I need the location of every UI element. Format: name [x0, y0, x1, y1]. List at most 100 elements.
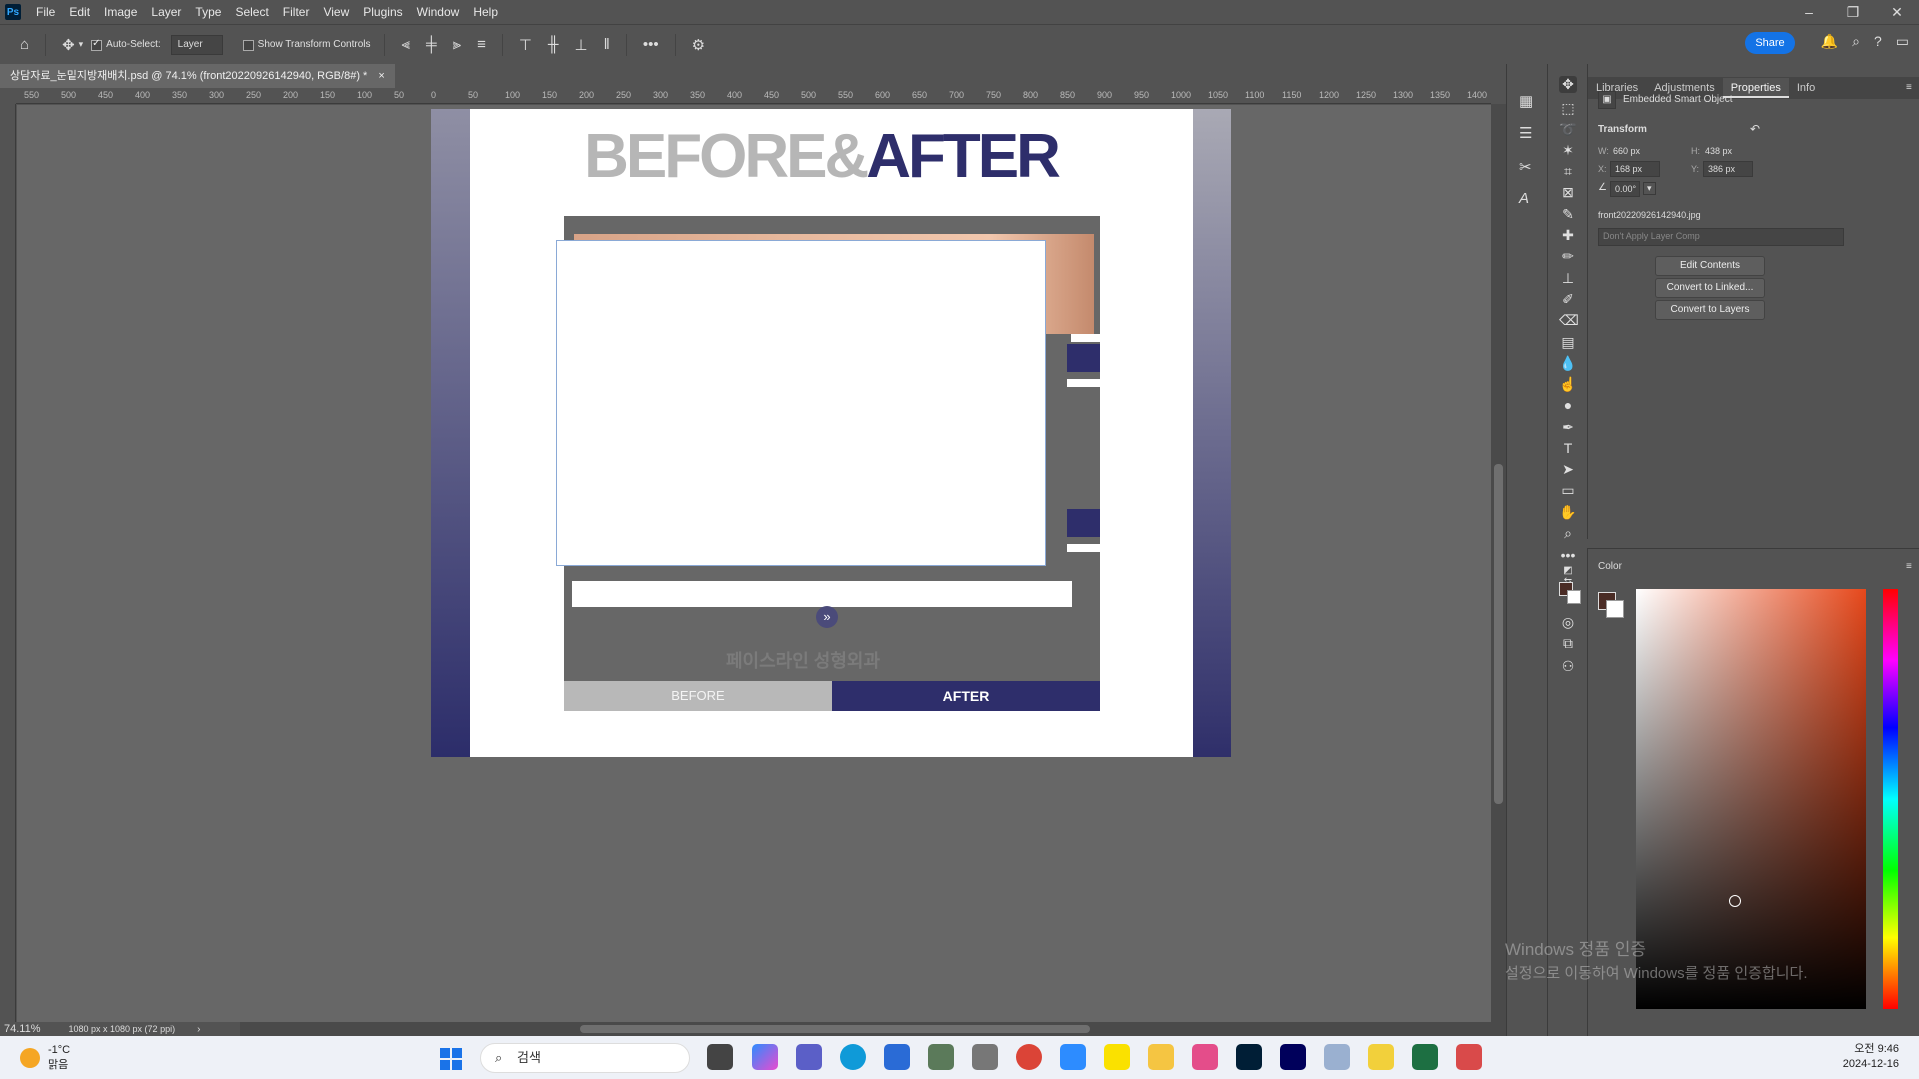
- excel-icon[interactable]: [1412, 1044, 1438, 1070]
- path-selection-icon[interactable]: ➤: [1559, 461, 1577, 478]
- teams-icon[interactable]: [796, 1044, 822, 1070]
- crop-tool-icon[interactable]: ⌗: [1559, 163, 1577, 180]
- align-top-icon[interactable]: ⊤: [519, 36, 532, 54]
- auto-select-checkbox[interactable]: [91, 38, 103, 51]
- menu-layer[interactable]: Layer: [144, 0, 188, 24]
- copilot-icon[interactable]: [752, 1044, 778, 1070]
- tool-presets-icon[interactable]: ✂: [1519, 158, 1532, 176]
- marquee-tool-icon[interactable]: ⬚: [1559, 100, 1577, 117]
- menu-plugins[interactable]: Plugins: [356, 0, 409, 24]
- search-icon[interactable]: ⌕: [1852, 33, 1860, 50]
- angle-input[interactable]: 0.00°: [1610, 181, 1640, 197]
- app-icon[interactable]: [928, 1044, 954, 1070]
- menu-image[interactable]: Image: [97, 0, 144, 24]
- weather-widget[interactable]: -1°C 맑음: [48, 1044, 70, 1072]
- blur-tool-icon[interactable]: 💧: [1559, 355, 1577, 372]
- background-swatch-icon[interactable]: [1567, 590, 1581, 604]
- panel-menu-icon[interactable]: ≡: [1906, 561, 1912, 572]
- align-middle-icon[interactable]: ╫: [548, 36, 559, 53]
- app-icon[interactable]: [1192, 1044, 1218, 1070]
- bell-icon[interactable]: 🔔: [1821, 33, 1838, 50]
- premiere-icon[interactable]: [1280, 1044, 1306, 1070]
- move-tool-icon[interactable]: ✥: [62, 36, 75, 54]
- smart-object-placeholder[interactable]: [556, 240, 1046, 566]
- menu-help[interactable]: Help: [466, 0, 505, 24]
- chevron-right-icon[interactable]: ›: [197, 1024, 200, 1035]
- reset-transform-icon[interactable]: ↶: [1750, 122, 1760, 136]
- dodge-tool-icon[interactable]: ●: [1559, 397, 1577, 413]
- screen-mode-icon[interactable]: ⧉: [1559, 635, 1577, 652]
- photoshop-alt-icon[interactable]: [1324, 1044, 1350, 1070]
- rectangle-tool-icon[interactable]: ▭: [1559, 482, 1577, 499]
- y-input[interactable]: 386 px: [1703, 161, 1753, 177]
- angle-dropdown-icon[interactable]: ▾: [1643, 182, 1656, 195]
- restore-button[interactable]: ❐: [1831, 0, 1875, 24]
- magic-wand-icon[interactable]: ✶: [1559, 142, 1577, 159]
- gear-icon[interactable]: ⚙: [692, 36, 705, 54]
- pen-tool-icon[interactable]: ✒: [1559, 419, 1577, 436]
- share-button[interactable]: Share: [1745, 32, 1795, 54]
- grid-icon[interactable]: ▦: [1519, 92, 1533, 110]
- layer-comp-dropdown[interactable]: Don't Apply Layer Comp: [1598, 228, 1844, 246]
- file-explorer-icon[interactable]: [707, 1044, 733, 1070]
- eyedropper-icon[interactable]: ✎: [1559, 206, 1577, 223]
- chevron-down-icon[interactable]: ▾: [79, 39, 84, 50]
- clone-stamp-icon[interactable]: ⊥: [1559, 270, 1577, 287]
- panel-menu-icon[interactable]: ≡: [1906, 82, 1912, 93]
- minimize-button[interactable]: –: [1787, 0, 1831, 24]
- folder-icon[interactable]: [1148, 1044, 1174, 1070]
- photoshop-taskbar-icon[interactable]: [1236, 1044, 1262, 1070]
- distribute-vertical-icon[interactable]: ‖: [604, 36, 610, 53]
- close-window-button[interactable]: ✕: [1875, 0, 1919, 24]
- align-center-icon[interactable]: ╪: [426, 36, 437, 53]
- tab-info[interactable]: Info: [1789, 78, 1823, 98]
- menu-edit[interactable]: Edit: [62, 0, 97, 24]
- horizontal-scrollbar[interactable]: [240, 1022, 1506, 1036]
- convert-to-layers-button[interactable]: Convert to Layers: [1655, 300, 1765, 320]
- brush-tool-icon[interactable]: ✏: [1559, 248, 1577, 265]
- lasso-tool-icon[interactable]: ➰: [1559, 121, 1577, 138]
- windows-start-icon[interactable]: [440, 1048, 462, 1070]
- more-options-icon[interactable]: •••: [643, 36, 659, 53]
- more-tools-icon[interactable]: •••: [1559, 547, 1577, 563]
- system-tray-clock[interactable]: 오전 9:46 2024-12-16: [1843, 1042, 1899, 1072]
- type-tool-icon[interactable]: T: [1559, 440, 1577, 456]
- edit-contents-button[interactable]: Edit Contents: [1655, 256, 1765, 276]
- menu-file[interactable]: File: [29, 0, 62, 24]
- workspace-icon[interactable]: ▭: [1896, 33, 1909, 50]
- menu-type[interactable]: Type: [188, 0, 228, 24]
- zoom-level[interactable]: 74.11%: [4, 1023, 41, 1035]
- app-icon[interactable]: [972, 1044, 998, 1070]
- quick-mask-icon[interactable]: ◎: [1559, 614, 1577, 631]
- layers-panel-icon[interactable]: ☰: [1519, 124, 1532, 142]
- healing-brush-icon[interactable]: ✚: [1559, 227, 1577, 244]
- hue-slider[interactable]: [1883, 589, 1898, 1009]
- vertical-scrollbar[interactable]: [1491, 104, 1506, 1022]
- smudge-tool-icon[interactable]: ☝: [1559, 376, 1577, 393]
- edge-icon[interactable]: [840, 1044, 866, 1070]
- zoom-icon[interactable]: [1060, 1044, 1086, 1070]
- x-input[interactable]: 168 px: [1610, 161, 1660, 177]
- sticky-notes-icon[interactable]: [1368, 1044, 1394, 1070]
- hand-tool-icon[interactable]: ✋: [1559, 504, 1577, 521]
- kakaotalk-icon[interactable]: [1104, 1044, 1130, 1070]
- gradient-tool-icon[interactable]: ▤: [1559, 334, 1577, 351]
- align-left-icon[interactable]: ⫷: [401, 36, 409, 53]
- scroll-thumb[interactable]: [1494, 464, 1503, 804]
- chrome-icon[interactable]: [1016, 1044, 1042, 1070]
- menu-view[interactable]: View: [316, 0, 356, 24]
- taskbar-search[interactable]: ⌕ 검색: [480, 1043, 690, 1073]
- align-bottom-icon[interactable]: ⊥: [575, 36, 588, 54]
- home-icon[interactable]: ⌂: [20, 36, 29, 53]
- edit-toolbar-icon[interactable]: ⚇: [1559, 658, 1577, 675]
- close-tab-icon[interactable]: ×: [378, 70, 384, 82]
- menu-select[interactable]: Select: [228, 0, 275, 24]
- saturation-brightness-field[interactable]: [1636, 589, 1866, 1009]
- store-icon[interactable]: [884, 1044, 910, 1070]
- menu-window[interactable]: Window: [410, 0, 467, 24]
- align-right-icon[interactable]: ⫸: [453, 36, 461, 53]
- convert-to-linked-button[interactable]: Convert to Linked...: [1655, 278, 1765, 298]
- distribute-icon[interactable]: ≡: [477, 36, 486, 53]
- background-color-swatch[interactable]: [1606, 600, 1624, 618]
- show-transform-checkbox[interactable]: [242, 40, 254, 51]
